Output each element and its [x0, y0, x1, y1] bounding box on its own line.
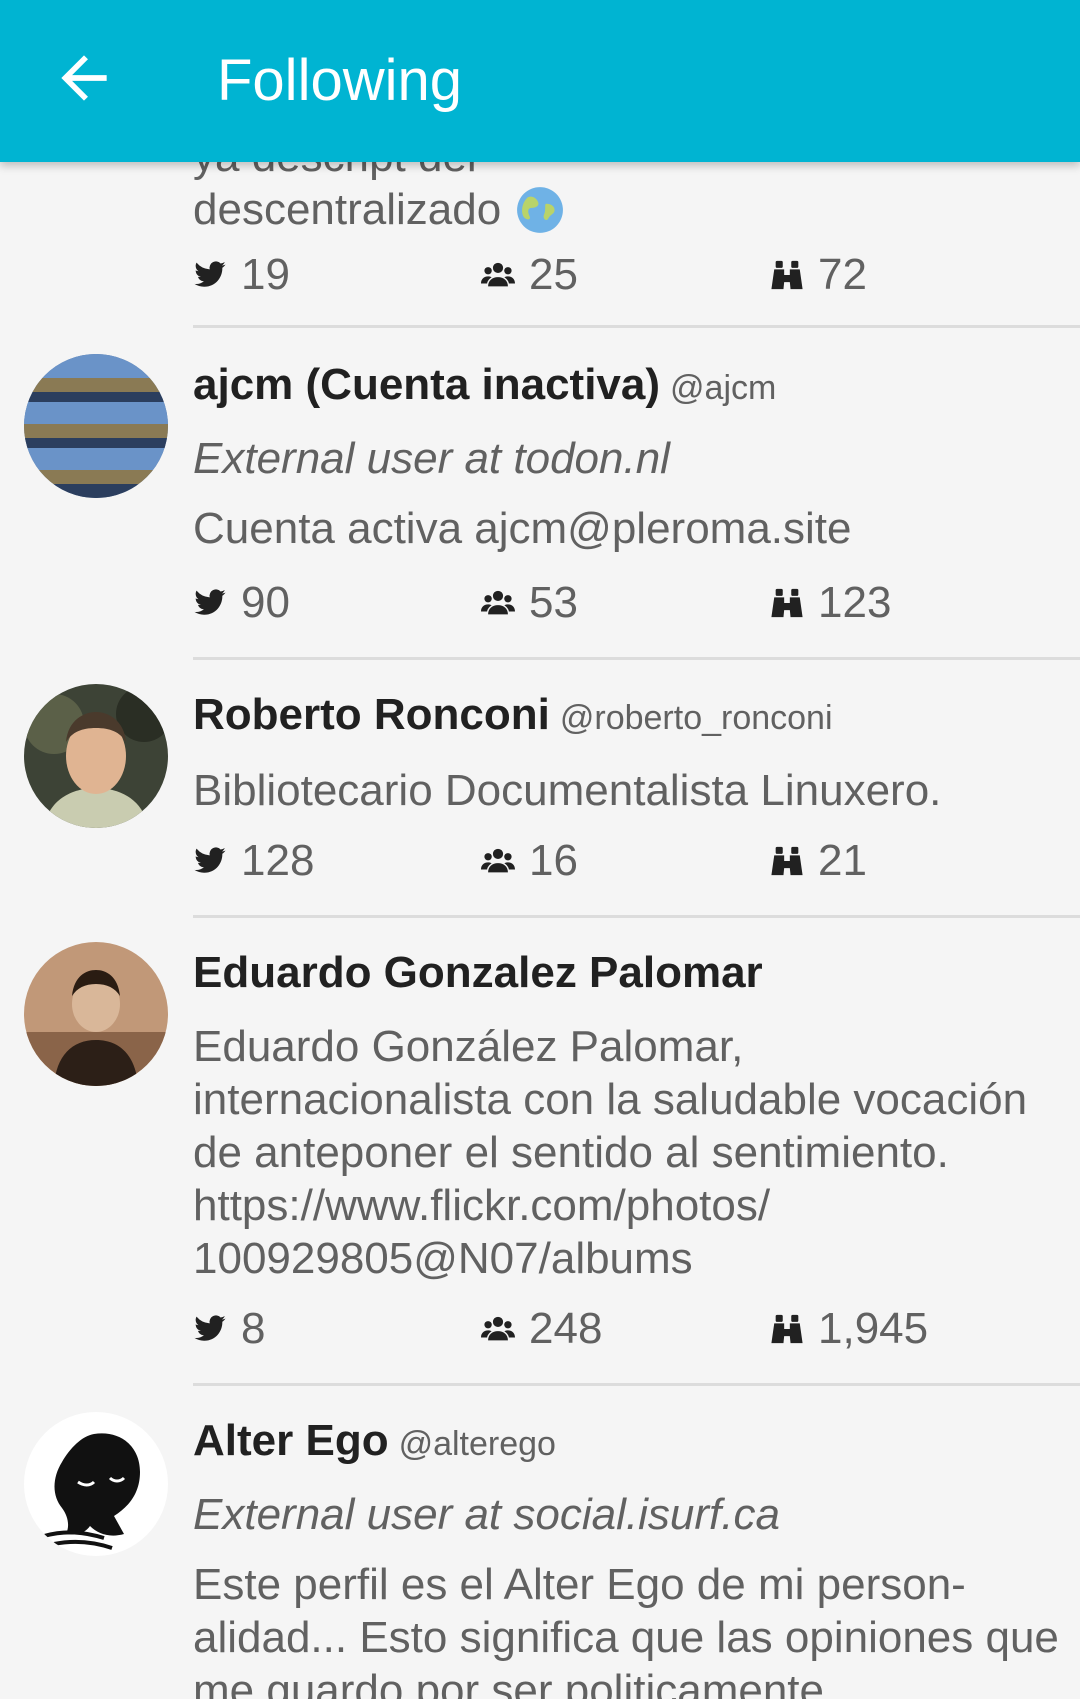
binoculars-icon [770, 258, 804, 292]
user-name-line: ajcm (Cuenta inactiva) @ajcm [193, 360, 776, 410]
group-icon [481, 258, 515, 292]
followers-count: 16 [529, 836, 578, 885]
globe-emoji-icon [517, 186, 564, 233]
external-user-label: External user at social.isurf.ca [193, 1490, 780, 1539]
external-user-label: External user at todon.nl [193, 434, 670, 483]
user-bio: Bibliotecario Documentalista Linuxero. [193, 766, 942, 815]
binoculars-icon [770, 586, 804, 620]
group-icon [481, 844, 515, 878]
divider [193, 325, 1080, 328]
user-name-line: Eduardo Gonzalez Palomar [193, 948, 763, 998]
following-count: 72 [818, 250, 867, 299]
user-name: ajcm (Cuenta inactiva) [193, 360, 661, 409]
user-name-line: Roberto Ronconi @roberto_ronconi [193, 690, 833, 740]
following-count: 1,945 [818, 1304, 929, 1353]
list-item[interactable]: Eduardo Gonzalez Palomar Eduardo Gonzále… [0, 918, 1080, 1386]
binoculars-icon [770, 1312, 804, 1346]
bird-icon [193, 586, 227, 620]
avatar[interactable] [24, 942, 168, 1086]
page-title: Following [217, 48, 462, 113]
user-bio: Cuenta activa ajcm@pleroma.site [193, 504, 852, 553]
avatar[interactable] [24, 354, 168, 498]
following-count: 123 [818, 578, 892, 627]
following-count: 21 [818, 836, 867, 885]
user-name: Eduardo Gonzalez Palomar [193, 948, 763, 997]
avatar[interactable] [24, 1412, 168, 1556]
user-name-line: Alter Ego @alterego [193, 1416, 556, 1466]
followers-count: 25 [529, 250, 578, 299]
user-handle: @ajcm [670, 369, 777, 407]
arrow-left-icon[interactable] [50, 44, 118, 112]
user-bio: Eduardo González Palomar, internacionali… [193, 1022, 1028, 1283]
tweets-count: 8 [241, 1304, 266, 1353]
group-icon [481, 586, 515, 620]
binoculars-icon [770, 844, 804, 878]
user-name: Roberto Ronconi [193, 690, 550, 739]
user-handle: @alterego [398, 1425, 556, 1463]
user-bio: Este perfil es el Alter Ego de mi person… [193, 1560, 1059, 1699]
stats-row: 19 25 72 [193, 250, 1063, 300]
user-name: Alter Ego [193, 1416, 389, 1465]
stats-row: 128 16 21 [193, 836, 1063, 886]
avatar[interactable] [24, 684, 168, 828]
followers-count: 53 [529, 578, 578, 627]
list-item[interactable]: ajcm (Cuenta inactiva) @ajcm External use… [0, 330, 1080, 660]
tweets-count: 128 [241, 836, 315, 885]
tweets-count: 90 [241, 578, 290, 627]
tweets-count: 19 [241, 250, 290, 299]
bird-icon [193, 258, 227, 292]
user-handle: @roberto_ronconi [559, 699, 833, 737]
following-list[interactable]: ya descript del descentralizado 19 25 72 [0, 0, 1080, 1699]
followers-count: 248 [529, 1304, 603, 1353]
stats-row: 90 53 123 [193, 578, 1063, 628]
list-item[interactable]: Alter Ego @alterego External user at soci… [0, 1386, 1080, 1699]
app-bar: Following [0, 0, 1080, 162]
stats-row: 8 248 1,945 [193, 1304, 1063, 1354]
list-item[interactable]: Roberto Ronconi @roberto_ronconi Bibliote… [0, 660, 1080, 918]
bird-icon [193, 844, 227, 878]
bird-icon [193, 1312, 227, 1346]
group-icon [481, 1312, 515, 1346]
